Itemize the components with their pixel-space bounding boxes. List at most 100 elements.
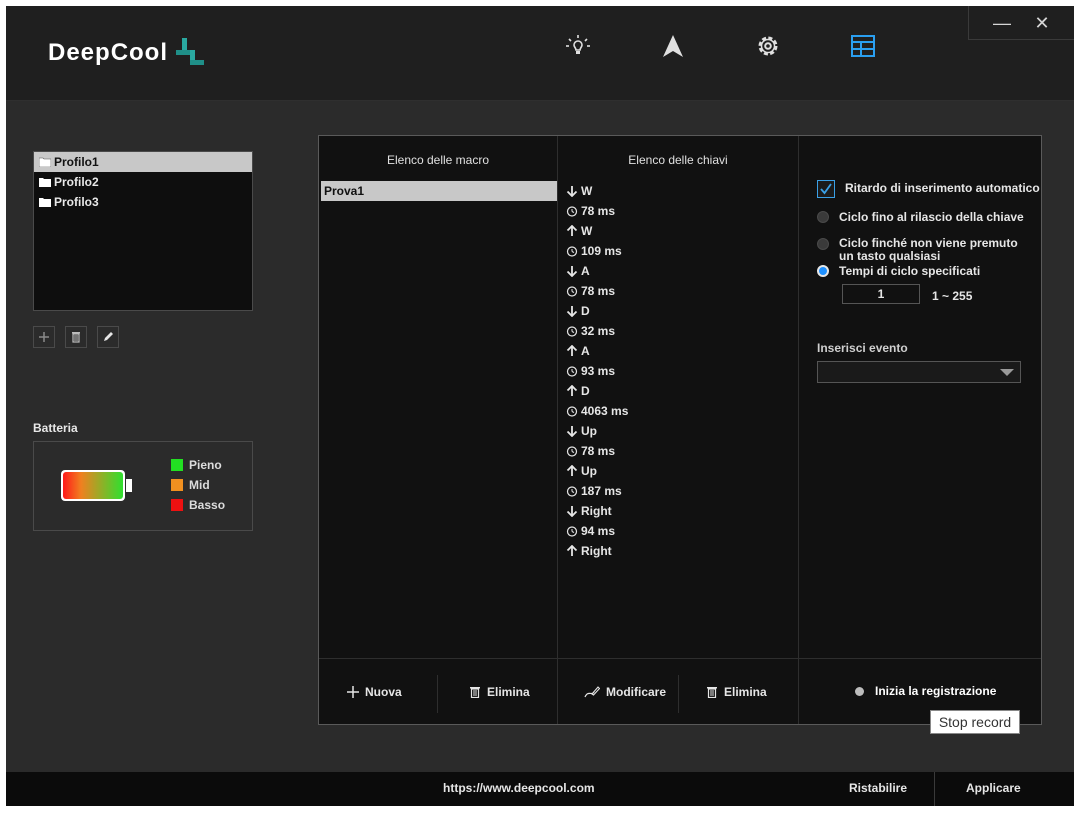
key-event-row[interactable]: Up [566,421,597,441]
arrow-up-icon [566,465,578,476]
tab-pointer[interactable] [657,30,689,62]
deepcool-logo: DeepCool [48,34,206,72]
key-event-row[interactable]: 4063 ms [566,401,628,421]
key-event-row[interactable]: Right [566,541,612,561]
legend-swatch-mid [171,479,183,491]
profile-item-1[interactable]: Profilo1 [34,152,252,172]
macro-list-column: Elenco delle macro Prova1 Nuova Elimina [319,136,557,724]
tab-settings[interactable] [752,30,784,62]
battery-title: Batteria [33,421,78,435]
tab-lighting[interactable] [562,30,594,62]
profile-item-2[interactable]: Profilo2 [34,172,252,192]
loop-release-radio[interactable] [817,211,829,223]
legend-full: Pieno [171,458,222,472]
close-button[interactable]: ✕ [1029,12,1055,34]
key-list-column: Elenco delle chiavi W 78 ms W 109 ms A 78 ms D… [558,136,798,724]
arrow-up-icon [566,545,578,556]
apply-button[interactable]: Applicare [966,781,1021,795]
key-event-row[interactable]: 78 ms [566,441,615,461]
footer-separator [934,772,935,806]
key-event-row[interactable]: Up [566,461,597,481]
auto-delay-label: Ritardo di inserimento automatico [845,181,1040,195]
loop-count-radio[interactable] [817,265,829,277]
loop-anykey-radio[interactable] [817,238,829,250]
legend-swatch-full [171,459,183,471]
key-event-text: 78 ms [581,284,616,298]
key-event-text: Right [581,504,612,518]
insert-event-label: Inserisci evento [817,341,908,355]
legend-label: Pieno [189,458,222,472]
key-event-row[interactable]: 78 ms [566,201,615,221]
loop-count-option[interactable]: Tempi di ciclo specificati [817,264,980,278]
bottom-divider [319,658,1041,659]
key-event-text: Up [581,464,597,478]
key-event-row[interactable]: 93 ms [566,361,615,381]
arrow-up-icon [566,225,578,236]
reset-button[interactable]: Ristabilire [849,781,907,795]
arrow-down-icon [566,266,578,277]
plus-icon [39,332,49,342]
key-event-row[interactable]: 109 ms [566,241,622,261]
button-separator [437,675,438,713]
new-macro-label: Nuova [365,685,402,699]
settings-column: Ritardo di inserimento automatico Ciclo … [799,136,1041,724]
rename-profile-button[interactable] [97,326,119,348]
arrow-up-icon [566,385,578,396]
chevron-down-icon [1000,369,1014,376]
insert-event-dropdown[interactable] [817,361,1021,383]
delete-macro-button[interactable]: Elimina [469,684,530,700]
key-event-text: 78 ms [581,444,616,458]
key-event-row[interactable]: A [566,261,590,281]
auto-delay-checkbox[interactable] [817,180,835,198]
delete-key-label: Elimina [724,685,767,699]
delete-macro-label: Elimina [487,685,530,699]
key-event-row[interactable]: D [566,301,590,321]
key-event-row[interactable]: W [566,181,592,201]
arrow-down-icon [566,186,578,197]
auto-delay-option[interactable]: Ritardo di inserimento automatico [817,180,1040,198]
start-record-button[interactable]: Inizia la registrazione [855,684,996,698]
website-link[interactable]: https://www.deepcool.com [443,781,595,795]
trash-icon [72,332,80,343]
key-event-row[interactable]: D [566,381,590,401]
stop-record-tooltip: Stop record [930,710,1020,734]
key-event-row[interactable]: 32 ms [566,321,615,341]
key-list-header: Elenco delle chiavi [628,153,728,167]
lighting-icon [566,35,590,54]
macro-list-header: Elenco delle macro [386,153,490,167]
key-event-row[interactable]: Right [566,501,612,521]
delete-key-button[interactable]: Elimina [706,684,767,700]
loop-anykey-option[interactable]: Ciclo finché non viene premuto un tasto … [817,237,1027,263]
loop-anykey-label: Ciclo finché non viene premuto un tasto … [839,236,1018,263]
loop-count-label: Tempi di ciclo specificati [839,264,981,278]
legend-swatch-low [171,499,183,511]
folder-icon [39,178,51,187]
logo-mark-icon [176,38,205,65]
loop-count-input[interactable]: 1 [842,284,920,304]
pointer-icon [663,35,683,57]
legend-mid: Mid [171,478,210,492]
key-event-row[interactable]: A [566,341,590,361]
profile-item-3[interactable]: Profilo3 [34,192,252,212]
delete-profile-button[interactable] [65,326,87,348]
legend-label: Basso [189,498,226,512]
logo-text: DeepCool [48,39,169,66]
edit-key-button[interactable]: Modificare [584,684,666,700]
key-event-row[interactable]: 94 ms [566,521,615,541]
key-event-row[interactable]: 187 ms [566,481,622,501]
key-event-text: D [581,384,590,398]
add-profile-button[interactable] [33,326,55,348]
clock-icon [566,446,578,457]
key-event-row[interactable]: 78 ms [566,281,615,301]
loop-release-option[interactable]: Ciclo fino al rilascio della chiave [817,210,1024,224]
tab-macro[interactable] [847,30,879,62]
button-separator [678,675,679,713]
record-label: Inizia la registrazione [875,684,997,698]
minimize-button[interactable]: — [989,12,1015,34]
key-event-text: 93 ms [581,364,616,378]
key-event-text: A [581,344,590,358]
key-event-row[interactable]: W [566,221,592,241]
new-macro-button[interactable]: Nuova [347,684,402,700]
arrow-down-icon [566,506,578,517]
macro-item-prova1[interactable]: Prova1 [321,181,557,201]
